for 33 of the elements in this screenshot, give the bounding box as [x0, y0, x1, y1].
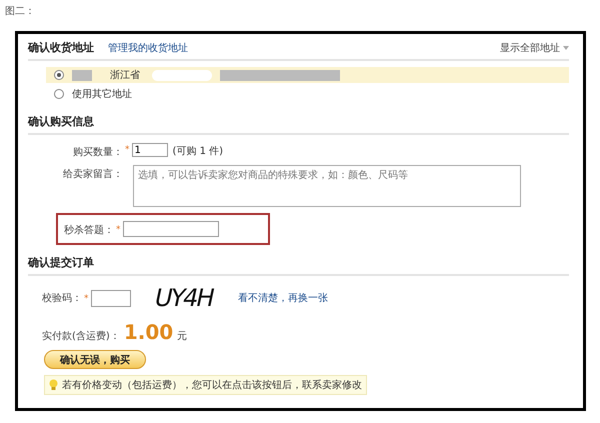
- quantity-field[interactable]: 1: [132, 143, 168, 157]
- option-label: 使用其它地址: [72, 88, 132, 101]
- quantity-note: (可购 1 件): [172, 145, 224, 158]
- redacted-block: [72, 70, 92, 80]
- manage-address-link[interactable]: 管理我的收货地址: [108, 40, 188, 54]
- message-field[interactable]: 选填，可以告诉卖家您对商品的特殊要求，如：颜色、尺码等: [133, 165, 521, 207]
- total-amount: 1.00: [124, 320, 174, 344]
- confirm-buy-button[interactable]: 确认无误，购买: [44, 350, 146, 369]
- total-label: 实付款(含运费)：: [42, 330, 120, 343]
- field-label: 给卖家留言：: [62, 168, 123, 181]
- answer-field[interactable]: [122, 221, 218, 237]
- section-title: 确认收货地址: [28, 40, 94, 55]
- lightbulb-icon: [49, 379, 58, 391]
- figure-caption: 图二：: [4, 5, 36, 19]
- caret-icon: [563, 46, 569, 50]
- refresh-captcha-link[interactable]: 看不清楚，再换一张: [238, 291, 328, 305]
- captcha-image: UY4H: [152, 284, 216, 312]
- required-mark: *: [84, 294, 88, 304]
- province-text: 浙江省: [110, 68, 140, 82]
- tip-text: 若有价格变动（包括运费），您可以在点击该按钮后，联系卖家修改: [62, 378, 362, 392]
- section-title: 确认提交订单: [28, 255, 94, 270]
- radio-button[interactable]: [54, 70, 64, 80]
- section-title: 确认购买信息: [28, 114, 94, 129]
- currency-text: 元: [177, 330, 188, 343]
- radio-button[interactable]: [54, 89, 64, 99]
- required-mark: *: [125, 145, 130, 155]
- field-label: 校验码：: [42, 292, 82, 305]
- show-all-dropdown[interactable]: 显示全部地址: [500, 40, 569, 54]
- captcha-field[interactable]: [90, 290, 130, 306]
- required-mark: *: [116, 225, 120, 235]
- field-label: 秒杀答题：: [63, 224, 114, 237]
- redacted-block: [152, 70, 212, 80]
- field-label: 购买数量：: [72, 146, 123, 159]
